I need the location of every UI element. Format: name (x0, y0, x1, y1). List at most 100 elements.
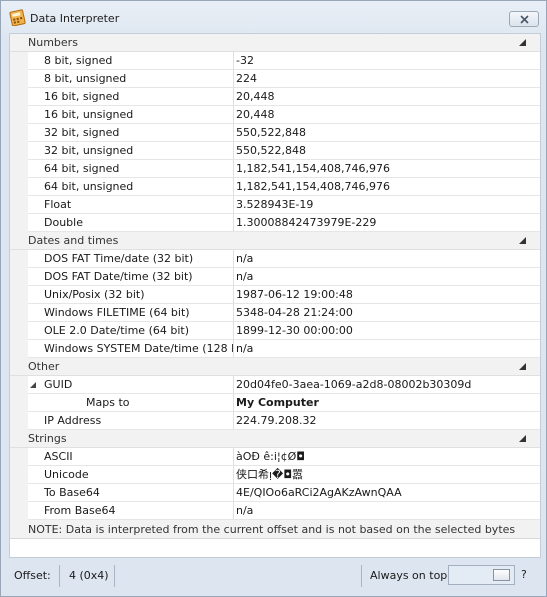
property-name: Windows FILETIME (64 bit) (28, 304, 234, 322)
property-value[interactable]: àOÐ ê:i¦¢Ø◘ (234, 448, 540, 466)
property-row[interactable]: 8 bit, unsigned 224 (10, 70, 540, 88)
category-numbers[interactable]: Numbers (10, 34, 540, 52)
property-value[interactable]: 224.79.208.32 (234, 412, 540, 430)
property-row-maps-to[interactable]: Maps to My Computer (10, 394, 540, 412)
property-row[interactable]: 16 bit, unsigned 20,448 (10, 106, 540, 124)
property-grid: Numbers 8 bit, signed -32 8 bit, unsigned… (10, 34, 540, 539)
property-value[interactable]: 1.30008842473979E-229 (234, 214, 540, 232)
property-row[interactable]: DOS FAT Date/time (32 bit) n/a (10, 268, 540, 286)
property-row-guid[interactable]: GUID 20d04fe0-3aea-1069-a2d8-08002b30309… (10, 376, 540, 394)
property-value[interactable]: 1,182,541,154,408,746,976 (234, 178, 540, 196)
property-name: 32 bit, unsigned (28, 142, 234, 160)
property-name: 16 bit, unsigned (28, 106, 234, 124)
property-row[interactable]: Windows FILETIME (64 bit) 5348-04-28 21:2… (10, 304, 540, 322)
property-value[interactable]: 20d04fe0-3aea-1069-a2d8-08002b30309d (234, 376, 540, 394)
property-value[interactable]: 侠口希ᴉ�◘嚣 (234, 466, 540, 484)
separator (361, 565, 362, 587)
property-value[interactable]: 20,448 (234, 88, 540, 106)
category-dates-and-times[interactable]: Dates and times (10, 232, 540, 250)
collapse-icon[interactable] (519, 363, 526, 370)
property-row[interactable]: Float 3.528943E-19 (10, 196, 540, 214)
collapse-icon[interactable] (519, 435, 526, 442)
property-value[interactable]: 4E/QIOo6aRCi2AgAKzAwnQAA (234, 484, 540, 502)
property-row[interactable]: 32 bit, signed 550,522,848 (10, 124, 540, 142)
property-value[interactable]: My Computer (234, 394, 540, 412)
separator (114, 565, 115, 587)
property-row[interactable]: 64 bit, unsigned 1,182,541,154,408,746,97… (10, 178, 540, 196)
property-name: From Base64 (28, 502, 234, 520)
property-value[interactable]: n/a (234, 250, 540, 268)
title-bar[interactable]: Data Interpreter (1, 1, 546, 33)
property-value[interactable]: 1,182,541,154,408,746,976 (234, 160, 540, 178)
property-row[interactable]: ASCII àOÐ ê:i¦¢Ø◘ (10, 448, 540, 466)
collapse-icon[interactable] (519, 39, 526, 46)
property-row[interactable]: 32 bit, unsigned 550,522,848 (10, 142, 540, 160)
property-name: 8 bit, signed (28, 52, 234, 70)
category-label: Numbers (28, 36, 78, 49)
property-row[interactable]: 64 bit, signed 1,182,541,154,408,746,976 (10, 160, 540, 178)
property-row[interactable]: Unicode 侠口希ᴉ�◘嚣 (10, 466, 540, 484)
window-title: Data Interpreter (30, 12, 120, 25)
property-name: Maps to (28, 394, 234, 412)
offset-value: 4 (0x4) (69, 569, 109, 582)
offset-label: Offset: (14, 569, 51, 582)
property-name: IP Address (28, 412, 234, 430)
category-label: Other (28, 360, 60, 373)
property-value[interactable]: 5348-04-28 21:24:00 (234, 304, 540, 322)
property-value[interactable]: n/a (234, 502, 540, 520)
always-on-top-toggle[interactable] (448, 565, 515, 585)
property-name: 64 bit, signed (28, 160, 234, 178)
close-icon (520, 15, 529, 24)
property-value[interactable]: 3.528943E-19 (234, 196, 540, 214)
property-value[interactable]: -32 (234, 52, 540, 70)
property-name: OLE 2.0 Date/time (64 bit) (28, 322, 234, 340)
property-name: To Base64 (28, 484, 234, 502)
help-button[interactable]: ? (521, 568, 527, 581)
property-name: 8 bit, unsigned (28, 70, 234, 88)
property-name: 64 bit, unsigned (28, 178, 234, 196)
property-row[interactable]: IP Address 224.79.208.32 (10, 412, 540, 430)
property-row[interactable]: Double 1.30008842473979E-229 (10, 214, 540, 232)
property-name: Unicode (28, 466, 234, 484)
property-row[interactable]: 16 bit, signed 20,448 (10, 88, 540, 106)
note-text: NOTE: Data is interpreted from the curre… (28, 523, 516, 536)
category-other[interactable]: Other (10, 358, 540, 376)
property-name: DOS FAT Time/date (32 bit) (28, 250, 234, 268)
property-name: ASCII (28, 448, 234, 466)
property-name: Unix/Posix (32 bit) (28, 286, 234, 304)
expand-arrow-icon[interactable] (30, 382, 36, 388)
property-value[interactable]: n/a (234, 268, 540, 286)
property-value[interactable]: 550,522,848 (234, 124, 540, 142)
property-row[interactable]: To Base64 4E/QIOo6aRCi2AgAKzAwnQAA (10, 484, 540, 502)
property-row[interactable]: 8 bit, signed -32 (10, 52, 540, 70)
property-row[interactable]: Unix/Posix (32 bit) 1987-06-12 19:00:48 (10, 286, 540, 304)
property-row[interactable]: DOS FAT Time/date (32 bit) n/a (10, 250, 540, 268)
property-value[interactable]: 20,448 (234, 106, 540, 124)
property-name: GUID (28, 376, 234, 394)
collapse-icon[interactable] (519, 237, 526, 244)
property-row[interactable]: From Base64 n/a (10, 502, 540, 520)
property-name: 16 bit, signed (28, 88, 234, 106)
always-on-top-label: Always on top (370, 569, 448, 582)
category-strings[interactable]: Strings (10, 430, 540, 448)
property-value[interactable]: n/a (234, 340, 540, 358)
property-value[interactable]: 1987-06-12 19:00:48 (234, 286, 540, 304)
data-interpreter-window: Data Interpreter Numbers 8 bit, signed -3… (0, 0, 547, 597)
property-name: Float (28, 196, 234, 214)
category-label: Dates and times (28, 234, 119, 247)
property-value[interactable]: 550,522,848 (234, 142, 540, 160)
property-name: Windows SYSTEM Date/time (128 bit) (28, 340, 234, 358)
property-row[interactable]: Windows SYSTEM Date/time (128 bit) n/a (10, 340, 540, 358)
property-grid-panel: Numbers 8 bit, signed -32 8 bit, unsigned… (9, 33, 541, 558)
toggle-thumb[interactable] (493, 569, 510, 581)
calculator-icon (9, 9, 26, 27)
property-value[interactable]: 1899-12-30 00:00:00 (234, 322, 540, 340)
property-name: Double (28, 214, 234, 232)
status-bar: Offset: 4 (0x4) Always on top ? (1, 562, 546, 592)
close-button[interactable] (509, 11, 539, 27)
property-value[interactable]: 224 (234, 70, 540, 88)
property-name: 32 bit, signed (28, 124, 234, 142)
property-row[interactable]: OLE 2.0 Date/time (64 bit) 1899-12-30 00:… (10, 322, 540, 340)
category-label: Strings (28, 432, 67, 445)
note-row: NOTE: Data is interpreted from the curre… (10, 520, 540, 539)
